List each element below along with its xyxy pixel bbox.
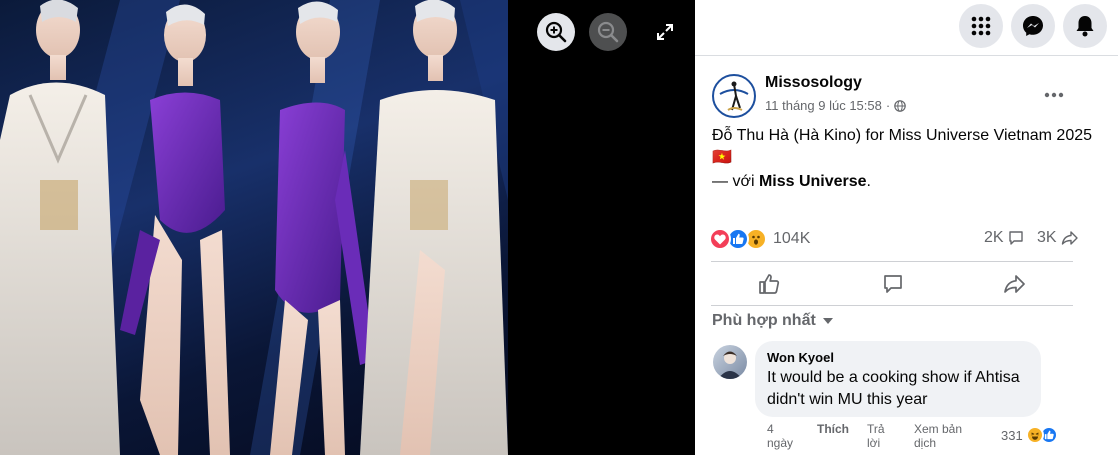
- share-icon: [1004, 275, 1025, 293]
- missosology-logo: [715, 77, 753, 115]
- comment-age[interactable]: 4 ngày: [767, 422, 793, 450]
- top-navigation: [695, 0, 1118, 56]
- comment-bubble-icon: [1008, 231, 1023, 245]
- media-viewer: [0, 0, 695, 455]
- menu-button[interactable]: [959, 4, 1003, 48]
- post-tagline: — với Miss Universe.: [712, 173, 871, 191]
- share-action-button[interactable]: [1000, 270, 1030, 298]
- zoom-out-button[interactable]: [589, 13, 627, 51]
- love-reaction-icon: [709, 228, 731, 250]
- comments-count-value: 2K: [984, 229, 1004, 246]
- comment-bubble: Won Kyoel It would be a cooking show if …: [755, 341, 1041, 417]
- comment-reply-button[interactable]: Trả lời: [867, 422, 885, 450]
- comment-reaction-count: 331: [1001, 427, 1023, 443]
- post-photo[interactable]: [0, 0, 508, 455]
- post-author[interactable]: Missosology: [765, 74, 862, 92]
- messenger-icon: [1023, 16, 1043, 36]
- post-meta: 11 tháng 9 lúc 15:58 ·: [765, 98, 907, 113]
- comment-like-button[interactable]: Thích: [817, 422, 849, 436]
- zoom-out-icon: [597, 21, 619, 43]
- haha-reaction-icon: [1025, 426, 1044, 444]
- fullscreen-button[interactable]: [646, 13, 684, 51]
- post-options-button[interactable]: [1041, 82, 1067, 108]
- comment-text: It would be a cooking show if Ahtisa did…: [767, 369, 1020, 408]
- commenter-avatar[interactable]: [713, 345, 747, 379]
- notifications-bell-icon: [1076, 16, 1094, 37]
- more-horizontal-icon: [1044, 92, 1064, 98]
- tagged-page[interactable]: Miss Universe: [759, 173, 867, 190]
- zoom-in-icon: [545, 21, 567, 43]
- apps-grid-icon: [971, 16, 991, 36]
- divider: [711, 261, 1073, 262]
- shares-count-value: 3K: [1037, 229, 1057, 246]
- zoom-in-button[interactable]: [537, 13, 575, 51]
- post-panel: Missosology 11 tháng 9 lúc 15:58 · Đỗ Th…: [695, 0, 1118, 455]
- messenger-button[interactable]: [1011, 4, 1055, 48]
- comment-icon: [884, 275, 902, 293]
- comments-count[interactable]: 2K: [984, 229, 1024, 247]
- comment-sort-label: Phù hợp nhất: [712, 312, 816, 329]
- reaction-count: 104K: [773, 230, 811, 247]
- reply-label-line2: lời: [867, 436, 881, 450]
- like-action-button[interactable]: [754, 270, 784, 298]
- comment-reactions[interactable]: 331: [1001, 426, 1058, 444]
- translate-label-line2: dịch: [914, 436, 937, 450]
- reply-label-line1: Trả: [867, 422, 885, 436]
- page-avatar[interactable]: [712, 74, 756, 118]
- shares-count[interactable]: 3K: [1037, 229, 1079, 247]
- tagline-suffix: .: [866, 173, 871, 190]
- chevron-down-icon: [822, 318, 833, 324]
- expand-icon: [657, 24, 673, 40]
- comment-translate-button[interactable]: Xem bản dịch: [914, 422, 962, 450]
- translate-label-line1: Xem bản: [914, 422, 963, 436]
- globe-icon: [894, 99, 907, 112]
- notifications-button[interactable]: [1063, 4, 1107, 48]
- comment-sort-dropdown[interactable]: Phù hợp nhất: [712, 312, 834, 330]
- post-timestamp[interactable]: 11 tháng 9 lúc 15:58: [765, 98, 882, 113]
- photo-illustration: [0, 0, 508, 455]
- thumbs-up-icon: [759, 274, 780, 294]
- comment-action-button[interactable]: [878, 270, 908, 298]
- comment-age-number: 4: [767, 422, 774, 436]
- share-arrow-icon: [1061, 231, 1078, 245]
- reaction-summary[interactable]: 104K: [709, 228, 810, 250]
- post-body: Đỗ Thu Hà (Hà Kino) for Miss Universe Vi…: [712, 127, 1093, 166]
- comment-author[interactable]: Won Kyoel: [767, 350, 1029, 365]
- divider: [711, 305, 1073, 306]
- meta-separator: ·: [885, 98, 891, 113]
- comment-age-unit: ngày: [767, 436, 794, 450]
- tagline-prefix: — với: [712, 173, 759, 190]
